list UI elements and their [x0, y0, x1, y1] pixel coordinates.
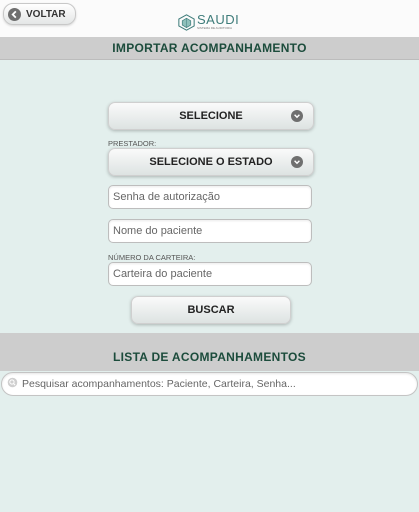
prestador-label: PRESTADOR: [108, 139, 157, 148]
chevron-down-icon [291, 156, 303, 168]
search-button-label: BUSCAR [187, 304, 235, 316]
back-button[interactable]: VOLTAR [3, 3, 76, 25]
logo-text: SAUDI [197, 12, 240, 27]
list-section-title: LISTA DE ACOMPANHAMENTOS [0, 333, 419, 371]
card-number-label: NÚMERO DA CARTEIRA: [108, 253, 196, 262]
logo-icon [178, 13, 195, 31]
import-section-title: IMPORTAR ACOMPANHAMENTO [0, 37, 419, 60]
chevron-down-icon [291, 110, 303, 122]
arrow-left-icon [8, 7, 21, 21]
logo: SAUDI SISTEMA DE AUDITORIA [178, 12, 239, 32]
type-select[interactable]: SELECIONE [108, 102, 314, 130]
type-select-label: SELECIONE [179, 110, 243, 122]
search-button[interactable]: BUSCAR [131, 296, 291, 324]
card-number-input[interactable] [108, 262, 312, 286]
list-search-field[interactable] [1, 372, 418, 396]
state-select-label: SELECIONE O ESTADO [149, 156, 273, 168]
list-search-input[interactable] [18, 377, 417, 391]
authorization-input[interactable] [108, 185, 312, 209]
top-bar: VOLTAR SAUDI SISTEMA DE AUDITORIA [0, 0, 419, 38]
back-button-label: VOLTAR [26, 8, 66, 20]
patient-name-input[interactable] [108, 219, 312, 243]
search-icon [7, 375, 18, 393]
state-select[interactable]: SELECIONE O ESTADO [108, 148, 314, 176]
